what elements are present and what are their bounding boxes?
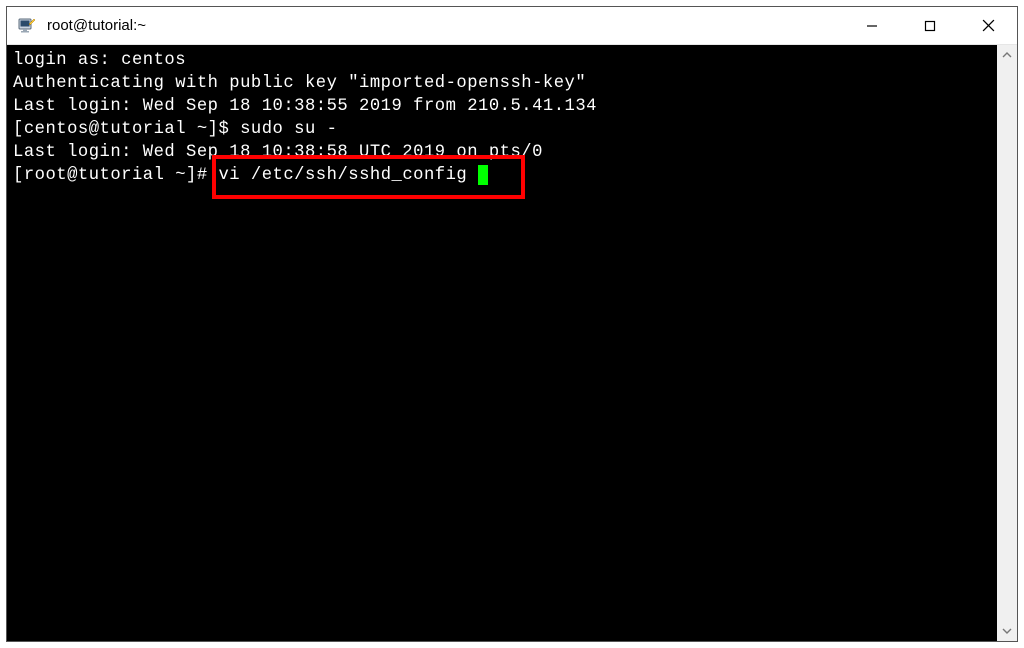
scroll-down-arrow[interactable] xyxy=(997,621,1017,641)
term-command: sudo su - xyxy=(240,120,337,139)
terminal-cursor xyxy=(478,165,488,185)
maximize-icon xyxy=(924,20,936,32)
terminal-output[interactable]: login as: centos Authenticating with pub… xyxy=(7,45,997,641)
scrollbar[interactable] xyxy=(997,45,1017,641)
close-icon xyxy=(982,19,995,32)
term-line: Last login: Wed Sep 18 10:38:58 UTC 2019… xyxy=(13,143,543,162)
window-controls xyxy=(843,7,1017,44)
minimize-icon xyxy=(866,20,878,32)
close-button[interactable] xyxy=(959,7,1017,44)
term-prompt: [centos@tutorial ~]$ xyxy=(13,120,240,139)
term-prompt: [root@tutorial ~]# xyxy=(13,166,218,185)
maximize-button[interactable] xyxy=(901,7,959,44)
term-line: login as: xyxy=(13,51,121,70)
putty-icon xyxy=(17,16,37,36)
chevron-down-icon xyxy=(1002,628,1012,634)
window-title: root@tutorial:~ xyxy=(47,17,843,34)
scroll-up-arrow[interactable] xyxy=(997,45,1017,65)
term-line: Authenticating with public key "imported… xyxy=(13,74,586,93)
terminal-container: login as: centos Authenticating with pub… xyxy=(7,45,1017,641)
titlebar[interactable]: root@tutorial:~ xyxy=(7,7,1017,45)
term-command: vi /etc/ssh/sshd_config xyxy=(218,166,467,185)
term-user-input: centos xyxy=(121,51,186,70)
minimize-button[interactable] xyxy=(843,7,901,44)
term-line: Last login: Wed Sep 18 10:38:55 2019 fro… xyxy=(13,97,597,116)
scroll-track[interactable] xyxy=(997,65,1017,621)
chevron-up-icon xyxy=(1002,52,1012,58)
terminal-window: root@tutorial:~ login as: centos Authent… xyxy=(6,6,1018,642)
